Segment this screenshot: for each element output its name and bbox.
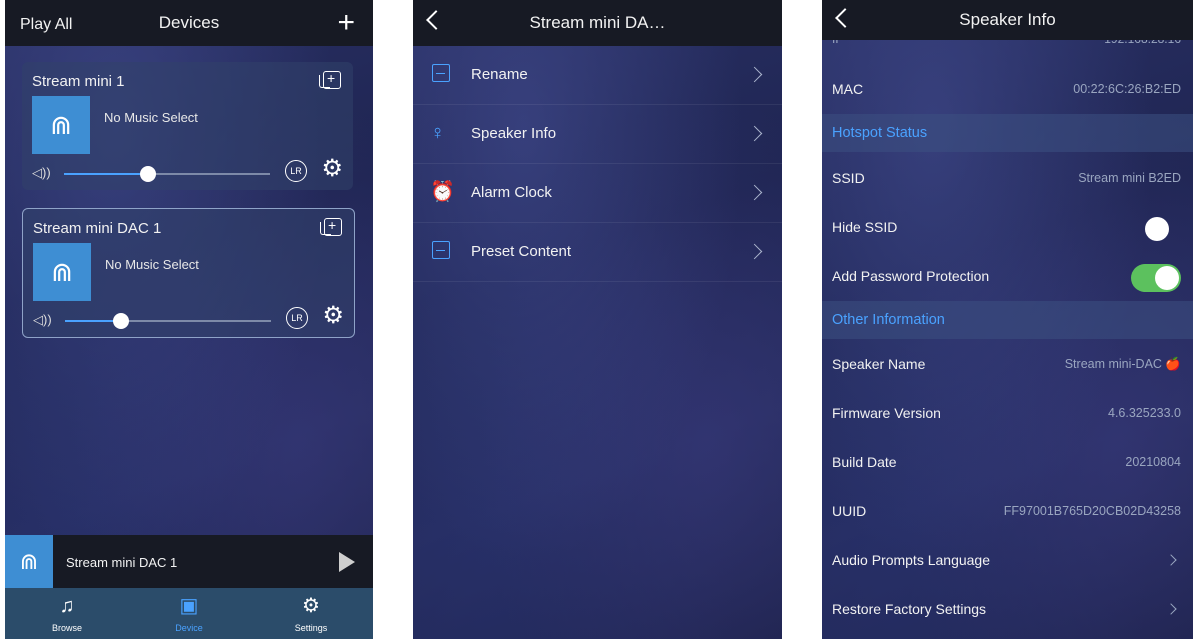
gear-icon[interactable]: ⚙ [322, 303, 344, 329]
menu-item-label: Alarm Clock [471, 184, 552, 201]
audio-prompts-language-row[interactable]: Audio Prompts Language [822, 536, 1193, 585]
restore-factory-settings-row[interactable]: Restore Factory Settings [822, 585, 1193, 634]
tab-bar: ♫ Browse ▣ Device ⚙ Settings [5, 588, 373, 639]
top-bar: Stream mini DA… [413, 0, 782, 46]
group-icon[interactable]: + [319, 70, 341, 89]
info-value: 20210804 [1125, 455, 1181, 469]
info-label: Build Date [832, 454, 897, 470]
info-value: 00:22:6C:26:B2:ED [1073, 82, 1181, 96]
tab-browse[interactable]: ♫ Browse [12, 588, 122, 639]
speaker-logo-icon: ⋒ [51, 256, 73, 287]
hide-ssid-toggle[interactable] [1131, 215, 1181, 243]
lr-channel-button[interactable]: LR [286, 307, 308, 329]
speaker-name-row[interactable]: Speaker Name Stream mini-DAC 🍎 [822, 340, 1193, 389]
play-icon[interactable] [339, 552, 355, 572]
uuid-row: UUID FF97001B765D20CB02D43258 [822, 487, 1193, 536]
info-value: Stream mini-DAC 🍎 [1064, 357, 1181, 371]
device-menu-screen: Stream mini DA… Rename ♀ Speaker Info ⏰ … [413, 0, 782, 639]
top-bar: Play All Devices + [5, 0, 373, 46]
speaker-info-screen: IP 192.168.28.16 Speaker Info MAC 00:22:… [822, 0, 1193, 639]
page-title: Stream mini DA… [529, 13, 666, 32]
hotspot-status-header: Hotspot Status [822, 114, 1193, 152]
alarm-clock-icon: ⏰ [430, 181, 455, 203]
speaker-logo-icon: ⋒ [5, 535, 53, 588]
chevron-right-icon [746, 243, 763, 260]
chevron-right-icon [1165, 554, 1177, 566]
device-card[interactable]: Stream mini DAC 1 + ⋒ No Music Select ◁)… [22, 208, 355, 338]
password-row: Add Password Protection [822, 252, 1193, 301]
menu-item-rename[interactable]: Rename [413, 46, 782, 105]
menu-item-label: Speaker Info [471, 125, 557, 142]
bookmark-icon [432, 241, 450, 259]
add-device-button[interactable]: + [337, 8, 355, 38]
page-title: Speaker Info [959, 10, 1056, 29]
tab-label: Browse [51, 623, 82, 633]
info-label: Restore Factory Settings [832, 601, 987, 617]
tab-label: Settings [294, 623, 328, 633]
tab-settings[interactable]: ⚙ Settings [256, 588, 366, 639]
section-title: Hotspot Status [832, 125, 928, 141]
album-art: ⋒ [33, 243, 91, 301]
ssid-row: SSID Stream mini B2ED [822, 154, 1193, 203]
menu-item-preset-content[interactable]: Preset Content [413, 223, 782, 282]
volume-slider[interactable] [64, 166, 270, 182]
gear-icon[interactable]: ⚙ [321, 156, 343, 182]
volume-icon: ◁)) [33, 312, 52, 327]
info-label: Audio Prompts Language [832, 552, 990, 568]
person-icon: ♀ [430, 122, 445, 144]
toggle-thumb [1145, 217, 1169, 241]
lr-channel-button[interactable]: LR [285, 160, 307, 182]
tab-label: Device [175, 623, 203, 633]
section-title: Other Information [832, 312, 945, 328]
menu-item-label: Rename [471, 66, 528, 83]
speaker-icon: ▣ [179, 595, 199, 617]
toggle-thumb [1155, 266, 1179, 290]
firmware-row: Firmware Version 4.6.325233.0 [822, 389, 1193, 438]
other-information-header: Other Information [822, 301, 1193, 339]
chevron-right-icon [746, 66, 763, 83]
volume-icon: ◁)) [32, 165, 51, 180]
tab-device[interactable]: ▣ Device [134, 588, 244, 639]
edit-icon [432, 64, 450, 82]
volume-slider[interactable] [65, 313, 271, 329]
device-name: Stream mini DAC 1 [33, 220, 162, 237]
mac-row: MAC 00:22:6C:26:B2:ED [822, 65, 1193, 114]
volume-knob[interactable] [112, 313, 129, 329]
volume-knob[interactable] [140, 166, 157, 182]
menu-item-label: Preset Content [471, 243, 572, 260]
hide-ssid-row: Hide SSID [822, 203, 1193, 252]
track-status: No Music Select [104, 110, 198, 125]
info-label: Firmware Version [832, 405, 941, 421]
password-toggle[interactable] [1131, 264, 1181, 292]
info-label: UUID [832, 503, 867, 519]
volume-fill [64, 173, 149, 175]
chevron-right-icon [746, 184, 763, 201]
album-art: ⋒ [32, 96, 90, 154]
speaker-logo-icon: ⋒ [50, 109, 72, 140]
menu-item-alarm-clock[interactable]: ⏰ Alarm Clock [413, 164, 782, 223]
device-card[interactable]: Stream mini 1 + ⋒ No Music Select ◁)) LR… [22, 62, 353, 190]
now-playing-title: Stream mini DAC 1 [66, 555, 178, 570]
chevron-right-icon [1165, 603, 1177, 615]
now-playing-bar[interactable]: ⋒ Stream mini DAC 1 [5, 535, 373, 588]
devices-screen: Play All Devices + Stream mini 1 + ⋒ No … [5, 0, 373, 639]
build-date-row: Build Date 20210804 [822, 438, 1193, 487]
chevron-right-icon [746, 125, 763, 142]
menu-item-speaker-info[interactable]: ♀ Speaker Info [413, 105, 782, 164]
gear-icon: ⚙ [302, 595, 320, 617]
info-value: FF97001B765D20CB02D43258 [1003, 504, 1181, 518]
group-icon[interactable]: + [320, 217, 342, 236]
info-label: MAC [832, 81, 864, 97]
info-value: Stream mini B2ED [1078, 171, 1181, 185]
info-label: SSID [832, 170, 865, 186]
top-bar: Speaker Info [822, 0, 1193, 40]
music-note-icon: ♫ [59, 595, 75, 617]
page-title: Devices [158, 13, 220, 32]
track-status: No Music Select [105, 257, 199, 272]
info-label: Speaker Name [832, 356, 926, 372]
device-name: Stream mini 1 [32, 73, 125, 90]
info-label: Hide SSID [832, 219, 898, 235]
info-value: 4.6.325233.0 [1108, 406, 1181, 420]
info-label: Add Password Protection [832, 268, 990, 284]
